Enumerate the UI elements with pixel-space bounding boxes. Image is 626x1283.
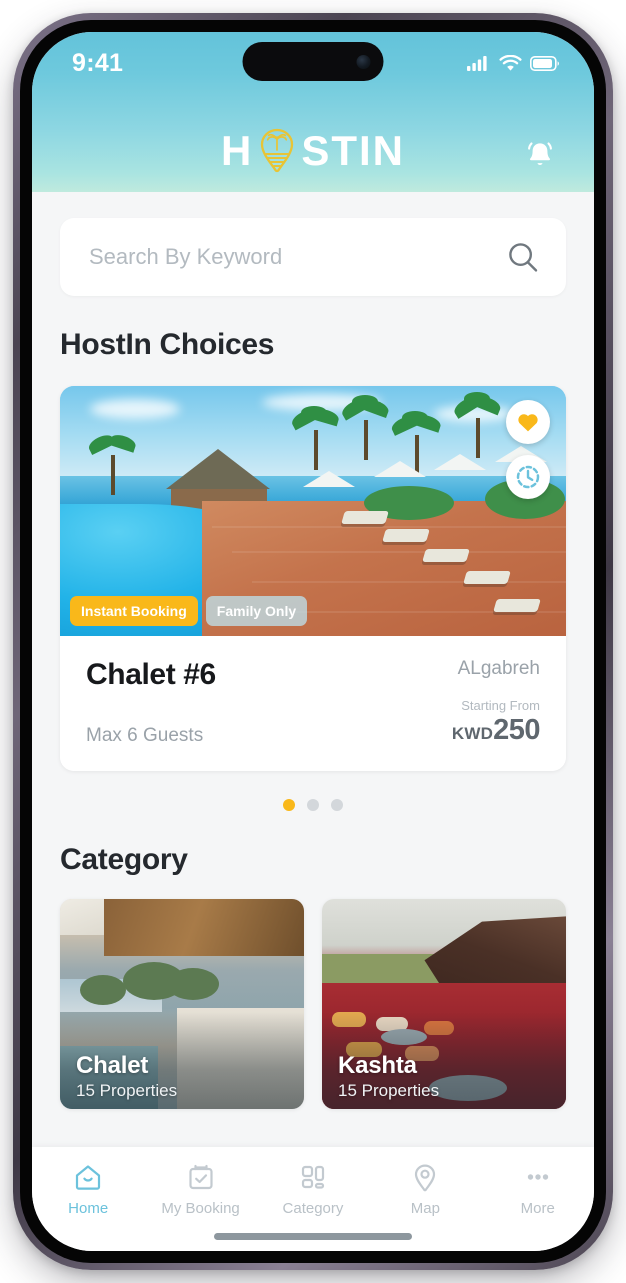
price-row: KWD 250 — [451, 714, 541, 747]
clock-icon — [516, 465, 540, 489]
phone-frame: 9:41 H STIN Search By Keyword HostIn Cho… — [13, 13, 613, 1270]
badge-family-only: Family Only — [205, 596, 308, 626]
carousel-dot-2[interactable] — [307, 799, 319, 811]
search-icon[interactable] — [506, 240, 540, 274]
nav-item-map[interactable]: Map — [373, 1161, 477, 1217]
search-input[interactable] — [89, 244, 419, 270]
scroll-content: HostIn Choices — [32, 192, 594, 1147]
category-name: Kashta — [338, 1052, 417, 1079]
nav-item-category[interactable]: Category — [261, 1161, 365, 1217]
bell-icon — [528, 142, 552, 165]
instant-booking-button[interactable] — [506, 455, 550, 499]
nav-label-my-booking: My Booking — [161, 1200, 240, 1217]
card-action-buttons — [506, 400, 550, 499]
carousel-dot-3[interactable] — [331, 799, 343, 811]
app-header: 9:41 H STIN — [32, 32, 594, 192]
nav-label-more-text: More — [520, 1200, 555, 1217]
category-text-chalet: Chalet 15 Properties — [76, 1052, 177, 1101]
category-card-kashta[interactable]: Kashta 15 Properties — [322, 899, 566, 1109]
property-location: ALgabreh — [457, 658, 540, 679]
category-card-chalet[interactable]: Chalet 15 Properties — [60, 899, 304, 1109]
phone-bezel: 9:41 H STIN Search By Keyword HostIn Cho… — [20, 20, 606, 1263]
category-name: Chalet — [76, 1052, 149, 1079]
search-bar[interactable] — [60, 218, 566, 296]
nav-item-more[interactable]: More — [486, 1161, 590, 1217]
status-bar-icons — [467, 54, 560, 72]
category-text-kashta: Kashta 15 Properties — [338, 1052, 439, 1101]
nav-label-category: Category — [282, 1200, 344, 1217]
property-badges: Instant Booking Family Only — [70, 596, 308, 626]
heart-icon — [518, 414, 538, 432]
price-currency: KWD — [451, 724, 494, 743]
grid-icon — [301, 1165, 325, 1189]
category-grid: Chalet 15 Properties Kashta 15 Propertie… — [60, 899, 566, 1109]
carousel-dot-1[interactable] — [283, 799, 295, 811]
choices-section-title: HostIn Choices — [60, 328, 275, 361]
home-indicator[interactable] — [214, 1233, 412, 1240]
property-guests: Max 6 Guests — [86, 725, 204, 746]
category-count: 15 Properties — [76, 1081, 178, 1100]
property-title: Chalet #6 — [86, 658, 216, 691]
badge-instant-booking: Instant Booking — [70, 596, 198, 626]
property-photo: Instant Booking Family Only — [60, 386, 566, 636]
brand-prefix: H — [220, 127, 254, 174]
nav-label-home: Home — [68, 1200, 109, 1217]
price-amount: 250 — [493, 714, 540, 746]
wifi-icon — [499, 54, 522, 71]
phone-screen: 9:41 H STIN Search By Keyword HostIn Cho… — [32, 32, 594, 1251]
property-info: Chalet #6 Max 6 Guests ALgabreh Starting… — [60, 636, 566, 771]
dynamic-island — [242, 42, 384, 81]
home-icon — [76, 1165, 101, 1190]
palm-tree-pin-logo — [261, 128, 294, 173]
category-count: 15 Properties — [338, 1081, 440, 1100]
category-section-title: Category — [60, 843, 188, 876]
price-label: Starting From — [461, 698, 540, 713]
brand-suffix: STIN — [301, 127, 405, 174]
property-card[interactable]: Instant Booking Family Only Chalet #6 Ma… — [60, 386, 566, 771]
status-bar-time: 9:41 — [72, 48, 124, 77]
nav-label-more: Map — [410, 1200, 440, 1217]
battery-icon — [530, 55, 559, 71]
brand-row: H STIN — [32, 128, 594, 174]
app-logo: H STIN — [221, 128, 405, 174]
favorite-button[interactable] — [506, 400, 550, 444]
cellular-signal-icon — [467, 56, 487, 71]
map-pin-icon — [415, 1164, 436, 1192]
nav-item-my-booking[interactable]: My Booking — [149, 1161, 253, 1217]
calendar-check-icon — [188, 1164, 213, 1190]
front-camera-icon — [356, 54, 371, 69]
notification-button[interactable] — [520, 134, 560, 174]
nav-item-home[interactable]: Home — [36, 1161, 140, 1217]
carousel-dots — [32, 799, 594, 811]
ellipsis-icon — [527, 1174, 548, 1180]
